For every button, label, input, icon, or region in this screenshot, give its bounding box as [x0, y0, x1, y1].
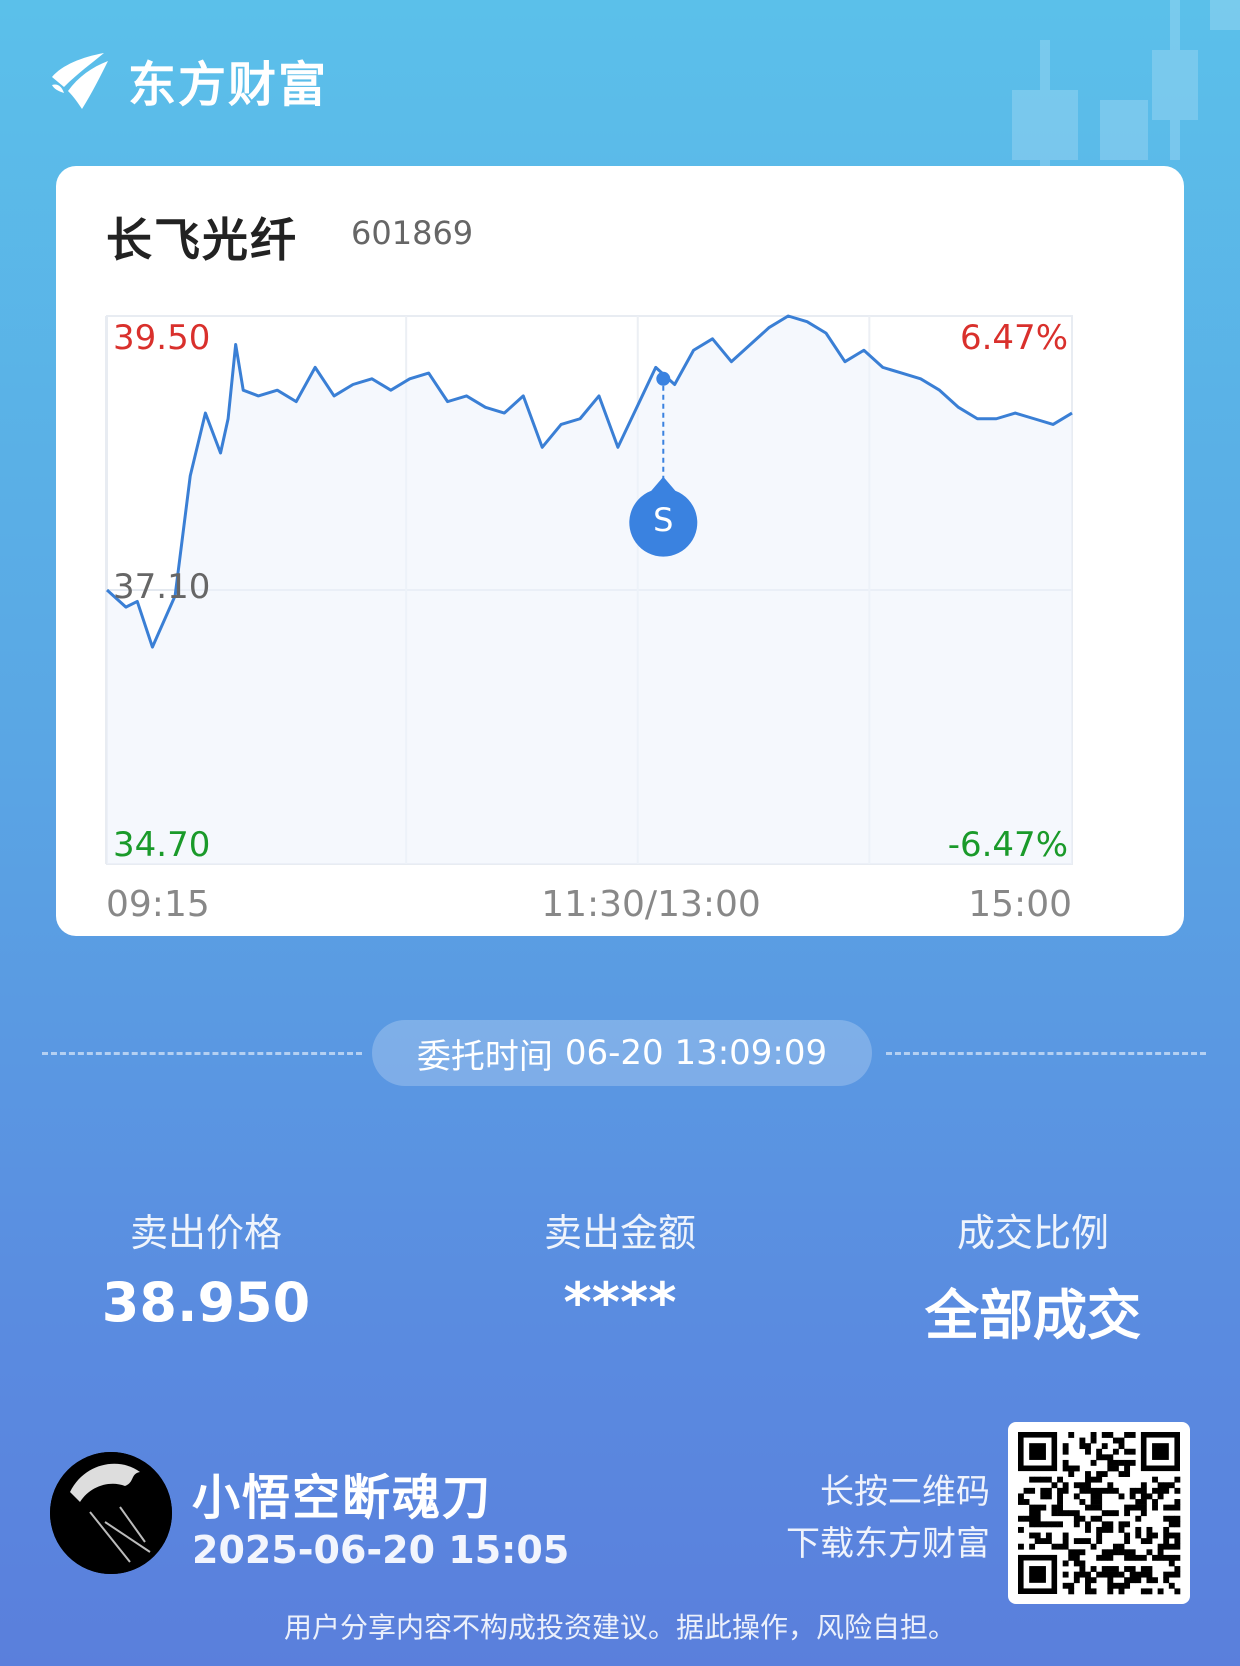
user-name: 小悟空断魂刀: [192, 1470, 493, 1526]
stat-sell-amount: 卖出金额 ****: [430, 1202, 810, 1334]
time-label-close: 15:00: [968, 884, 1072, 925]
pct-low-label: -6.47%: [948, 825, 1068, 865]
dashed-line-right: [886, 1052, 1206, 1055]
stat-fill-ratio: 成交比例 全部成交: [843, 1202, 1223, 1350]
qr-hint: 长按二维码 下载东方财富: [740, 1466, 990, 1570]
intraday-chart: S 39.50 37.10 34.70 6.47% -6.47% 09:15 1…: [105, 314, 1073, 925]
eastmoney-logo-icon: [52, 53, 108, 109]
qr-hint-line2: 下载东方财富: [786, 1524, 990, 1564]
stat-label: 卖出价格: [129, 1211, 282, 1255]
stat-value: ****: [563, 1271, 677, 1334]
time-label-midday: 11:30/13:00: [541, 884, 761, 925]
candlestick-decoration: [1012, 0, 1240, 180]
avatar[interactable]: [50, 1452, 172, 1574]
stat-value: 38.950: [101, 1271, 311, 1334]
order-time-divider: 委托时间 06-20 13:09:09: [42, 1020, 1206, 1086]
avatar-image: [50, 1452, 172, 1574]
stat-label: 成交比例: [956, 1211, 1109, 1255]
price-area: [107, 316, 1072, 864]
stock-chart-card: 长飞光纤 601869 S 39.50 37.10 34.70 6.47% -6…: [56, 166, 1184, 936]
time-label-open: 09:15: [106, 884, 210, 925]
share-timestamp: 2025-06-20 15:05: [192, 1528, 570, 1572]
pct-high-label: 6.47%: [960, 318, 1068, 358]
brand-name: 东方财富: [128, 57, 329, 113]
order-time-pill: 委托时间 06-20 13:09:09: [372, 1020, 872, 1086]
price-low-label: 34.70: [113, 825, 210, 865]
stat-sell-price: 卖出价格 38.950: [16, 1202, 396, 1334]
price-high-label: 39.50: [113, 318, 210, 358]
disclaimer: 用户分享内容不构成投资建议。据此操作，风险自担。: [283, 1611, 956, 1644]
price-mid-label: 37.10: [113, 567, 210, 607]
brand-header: 东方财富: [48, 44, 328, 116]
stat-value: 全部成交: [925, 1284, 1141, 1347]
qr-code-icon: [1018, 1432, 1181, 1595]
order-time-value: 06-20 13:09:09: [564, 1033, 828, 1073]
qr-hint-line1: 长按二维码: [820, 1472, 990, 1512]
marker-dot: [656, 371, 671, 386]
qr-code[interactable]: [1008, 1422, 1190, 1604]
dashed-line-left: [42, 1052, 362, 1055]
stat-label: 卖出金额: [543, 1211, 696, 1255]
marker-label: S: [653, 501, 673, 539]
order-time-label: 委托时间: [416, 1036, 553, 1077]
